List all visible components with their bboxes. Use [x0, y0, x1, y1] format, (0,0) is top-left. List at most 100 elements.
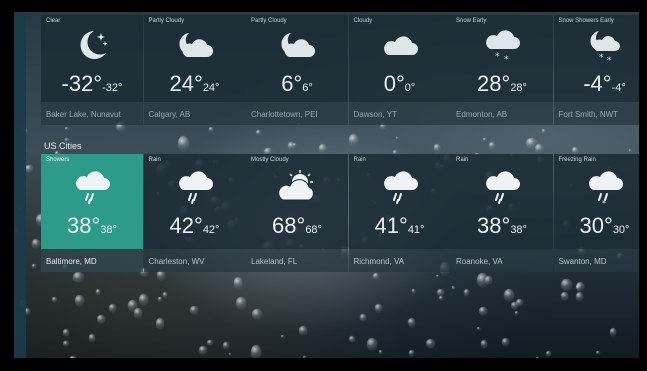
feels-like-temperature: 68° [305, 224, 322, 236]
raindrop [510, 302, 518, 310]
temperature: -4° [583, 71, 612, 96]
feels-like-temperature: 30° [612, 224, 630, 236]
raindrop [280, 334, 284, 338]
city-tile[interactable]: Mostly Cloudy 68°68° Lakeland, FL [246, 154, 348, 272]
raindrop [138, 293, 148, 306]
raindrop [255, 129, 262, 136]
raindrop [235, 296, 246, 309]
city-tile[interactable]: Partly Cloudy 6°6° Charlottetown, PEI [246, 15, 348, 125]
raindrop [287, 142, 294, 151]
city-tile[interactable]: Rain 38°38° Roanoke, VA [451, 154, 553, 272]
svg-text:*: * [599, 53, 604, 63]
raindrop [515, 311, 519, 316]
temperature: 24° [169, 71, 203, 96]
raindrop [128, 300, 137, 312]
city-tile[interactable]: Freezing Rain * 30°30° Swanton, MD [553, 154, 640, 272]
cloud-rain-icon [41, 168, 143, 204]
raindrop [411, 289, 416, 293]
temperature: -32° [61, 71, 103, 96]
raindrop [360, 314, 366, 321]
temperature: 38° [67, 213, 101, 238]
raindrop [51, 297, 57, 302]
raindrop [535, 356, 540, 358]
raindrop [575, 292, 584, 302]
raindrop [561, 279, 572, 291]
feels-like-temperature: 24° [202, 82, 220, 94]
raindrop [479, 306, 488, 316]
raindrop [318, 143, 326, 153]
svg-text:*: * [495, 52, 500, 62]
condition-label: Mostly Cloudy [251, 157, 289, 163]
city-tile[interactable]: Partly Cloudy 24°24° Calgary, AB [143, 15, 246, 125]
raindrop [488, 141, 495, 150]
svg-text:*: * [602, 199, 606, 208]
raindrop [109, 304, 117, 312]
city-tile-selected[interactable]: Showers 38°38° Baltimore, MD [41, 154, 143, 272]
raindrop [88, 334, 96, 342]
raindrop [207, 339, 213, 346]
raindrop [158, 296, 162, 302]
raindrop [407, 317, 415, 328]
city-tile[interactable]: Cloudy 0°0° Dawson, YT [348, 15, 451, 125]
raindrop [251, 345, 261, 358]
city-name: Edmonton, AB [456, 110, 508, 119]
raindrop [229, 352, 232, 356]
temperature: 0° [383, 71, 405, 96]
raindrop [395, 136, 398, 140]
feels-like-temperature: 42° [202, 224, 220, 236]
temperature: 38° [477, 213, 511, 238]
city-tile[interactable]: Clear -32°-32° Baker Lake, Nunavut [41, 15, 143, 125]
moon-stars-icon [41, 27, 143, 63]
raindrop [503, 289, 515, 302]
condition-label: Partly Cloudy [148, 18, 185, 24]
raindrop [436, 274, 439, 278]
raindrop [572, 146, 579, 154]
city-name: Charleston, WV [148, 257, 205, 266]
condition-label: Snow Showers Early [558, 18, 614, 24]
raindrop [190, 306, 198, 315]
svg-text:*: * [607, 56, 612, 66]
city-tile[interactable]: Rain 42°42° Charleston, WV [143, 154, 246, 272]
canada-cities-row: Clear -32°-32° Baker Lake, Nunavut Partl… [41, 15, 639, 125]
cloud-icon [349, 27, 451, 63]
feels-like-temperature: 41° [407, 224, 425, 236]
condition-label: Showers [46, 157, 70, 163]
raindrop [293, 143, 297, 147]
raindrop [373, 273, 379, 279]
cloud-rain-icon [349, 168, 451, 204]
svg-text:*: * [504, 55, 509, 65]
condition-label: Rain [456, 157, 469, 163]
cloud-freezing-rain-icon: * [554, 168, 640, 208]
raindrop [95, 289, 101, 295]
temperature: 41° [374, 213, 408, 238]
temperature: 68° [272, 213, 306, 238]
feels-like-temperature: -4° [611, 82, 626, 94]
raindrop [375, 303, 382, 313]
city-name: Roanoke, VA [456, 257, 503, 266]
city-tile[interactable]: Snow Early * * 28°28° Edmonton, AB [451, 15, 553, 125]
raindrop [199, 345, 207, 355]
raindrop [483, 137, 487, 142]
raindrop [162, 292, 167, 299]
city-name: Charlottetown, PEI [251, 110, 318, 119]
raindrop [73, 272, 85, 283]
raindrop [63, 340, 69, 347]
raindrop [96, 314, 106, 324]
raindrop [31, 239, 41, 249]
raindrop [251, 308, 262, 320]
condition-label: Rain [148, 157, 161, 163]
city-tile[interactable]: Rain 41°41° Richmond, VA [348, 154, 451, 272]
city-tile[interactable]: Snow Showers Early * * -4°-4° Fort Smith… [553, 15, 639, 125]
raindrop [425, 338, 435, 349]
feels-like-temperature: 28° [510, 82, 527, 94]
city-name: Calgary, AB [148, 110, 191, 119]
condition-label: Partly Cloudy [251, 18, 287, 24]
raindrop [367, 337, 378, 350]
raindrop [439, 295, 444, 301]
raindrop [349, 134, 359, 146]
city-name: Fort Smith, NWT [558, 110, 619, 119]
raindrop [476, 327, 480, 330]
feels-like-temperature: 38° [510, 224, 527, 236]
raindrop [477, 273, 488, 287]
city-name: Dawson, YT [353, 110, 397, 119]
